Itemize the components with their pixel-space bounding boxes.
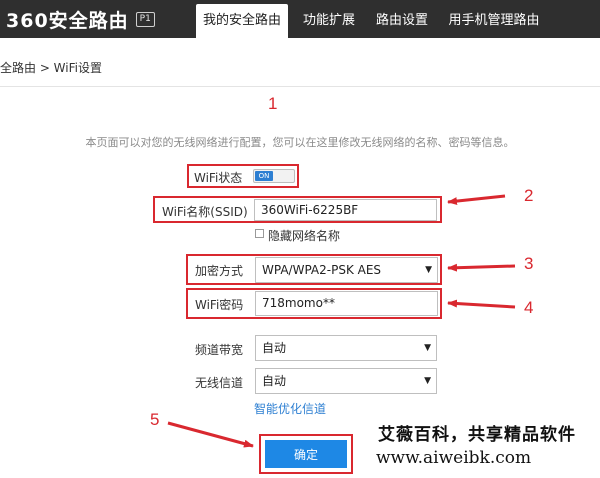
annotation-arrows <box>167 194 516 448</box>
arrow-to-ssid <box>447 194 506 206</box>
watermark-url: www.aiweibk.com <box>376 448 532 468</box>
arrow-to-encryption <box>447 263 516 272</box>
arrow-to-password <box>447 299 516 309</box>
watermark-title: 艾薇百科，共享精品软件 <box>378 425 576 445</box>
arrow-to-confirm <box>167 421 254 448</box>
